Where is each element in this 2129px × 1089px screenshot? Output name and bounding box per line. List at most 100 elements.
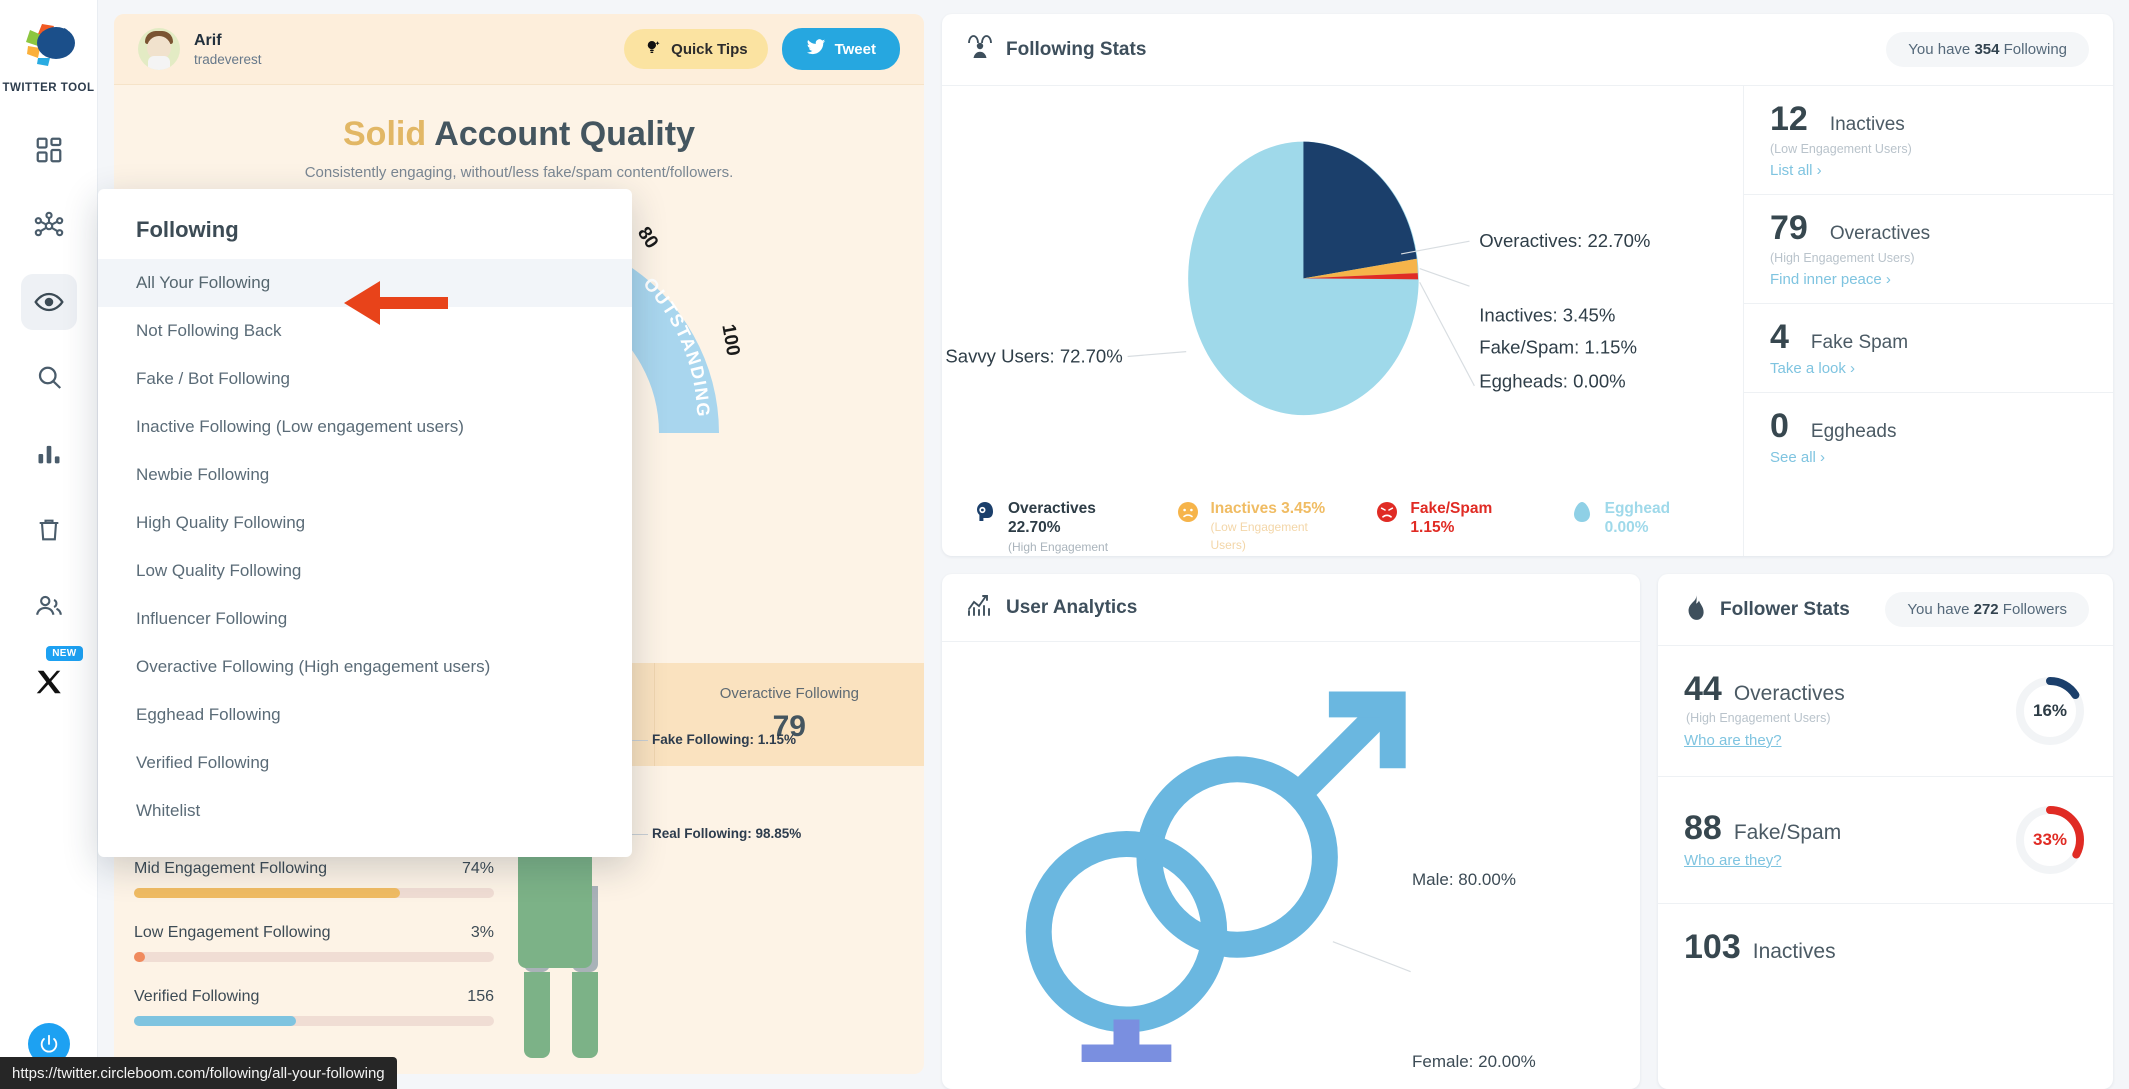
overactives-ring-chart: 16% <box>2013 674 2087 748</box>
follower-count-pill: You have 272 Followers <box>1885 592 2089 627</box>
dropdown-item-high-quality-following[interactable]: High Quality Following <box>98 499 632 547</box>
follower-value: 44 <box>1684 670 1722 708</box>
tweet-button[interactable]: Tweet <box>781 28 900 70</box>
dropdown-item-newbie-following[interactable]: Newbie Following <box>98 451 632 499</box>
bar-track <box>134 1016 494 1026</box>
follower-value: 88 <box>1684 808 1722 847</box>
stat-value: 79 <box>1770 209 1808 247</box>
sidebar-item-users[interactable] <box>21 578 77 634</box>
pie-legend: Overactives 22.70% (High Engagement User… <box>942 493 1743 556</box>
page-subtitle: Consistently engaging, without/less fake… <box>304 164 734 181</box>
ring-percent: 16% <box>2032 701 2068 720</box>
dropdown-item-inactive-following[interactable]: Inactive Following (Low engagement users… <box>98 403 632 451</box>
bar-label: Mid Engagement Following <box>134 860 327 877</box>
stat-link-list-all[interactable]: List all › <box>1770 162 1822 179</box>
follower-stats-card: Follower Stats You have 272 Followers 44… <box>1658 574 2113 1089</box>
fake-spam-ring-chart: 33% <box>2013 803 2087 877</box>
stat-overactives: 79 Overactives (High Engagement Users) F… <box>1744 195 2113 304</box>
stat-value: 4 <box>1770 318 1789 356</box>
legend-egghead: Egghead 0.00% <box>1569 499 1713 538</box>
stat-link-find-inner-peace[interactable]: Find inner peace › <box>1770 271 1891 288</box>
label-female-percent: Female: 20.00% <box>1412 1052 1536 1071</box>
legend-fakespam: Fake/Spam 1.15% <box>1374 499 1534 538</box>
following-stats-body: Overactives: 22.70% Inactives: 3.45% Fak… <box>942 86 2113 556</box>
dropdown-item-overactive-following[interactable]: Overactive Following (High engagement us… <box>98 643 632 691</box>
dropdown-item-egghead-following[interactable]: Egghead Following <box>98 691 632 739</box>
stat-value: 12 <box>1770 100 1808 138</box>
legend-inactives: Inactives 3.45% (Low Engagement Users) <box>1175 499 1341 554</box>
sidebar-item-network[interactable] <box>21 198 77 254</box>
quick-tips-button[interactable]: Quick Tips <box>624 29 768 69</box>
pie-label-inactives: Inactives: 3.45% <box>1479 304 1615 325</box>
pointer-arrow-icon <box>340 273 450 338</box>
sidebar-item-search[interactable] <box>21 350 77 406</box>
dropdown-item-verified-following[interactable]: Verified Following <box>98 739 632 787</box>
label-male-percent: Male: 80.00% <box>1412 870 1516 889</box>
follower-name: Inactives <box>1752 940 1836 963</box>
bar-track <box>134 888 494 898</box>
pill-prefix: You have <box>1908 41 1975 58</box>
user-analytics-header: User Analytics <box>942 574 1640 642</box>
pie-label-fakespam: Fake/Spam: 1.15% <box>1479 337 1637 358</box>
bottom-row: User Analytics Male: 80.00% Female: 20.0… <box>942 574 2113 1089</box>
profile-bar: Arif tradeverest Quick Tips Tweet <box>114 14 924 85</box>
logo[interactable]: TWITTER TOOL <box>2 16 94 94</box>
dropdown-item-whitelist[interactable]: Whitelist <box>98 787 632 835</box>
legend-value: 22.70% <box>1008 519 1061 537</box>
follower-name: Fake/Spam <box>1733 820 1842 844</box>
profile-name: Arif <box>194 31 222 49</box>
title-accent: Solid <box>343 115 427 153</box>
dropdown-item-influencer-following[interactable]: Influencer Following <box>98 595 632 643</box>
sad-face-icon <box>1175 499 1201 525</box>
bar-label: Low Engagement Following <box>134 924 331 941</box>
dropdown-item-fake-bot-following[interactable]: Fake / Bot Following <box>98 355 632 403</box>
follower-value: 103 <box>1684 928 1741 966</box>
twitter-bird-icon <box>806 37 826 61</box>
gauge-tick-80: 80 <box>633 223 662 252</box>
following-stat-list: 12 Inactives (Low Engagement Users) List… <box>1743 86 2113 556</box>
bar-value: 156 <box>467 988 494 1005</box>
tweet-label: Tweet <box>834 40 876 58</box>
stat-name: Overactives <box>1829 223 1931 244</box>
header-actions: Quick Tips Tweet <box>624 28 900 70</box>
egg-icon <box>1569 499 1595 525</box>
pill-value: 272 <box>1973 601 1999 618</box>
sidebar-item-x[interactable]: NEW <box>21 646 83 710</box>
sidebar-item-dashboard[interactable] <box>21 122 77 178</box>
legend-sub: (Low Engagement Users) <box>1210 520 1308 553</box>
bar-low-engagement: Low Engagement Following 3% <box>134 924 494 962</box>
follower-sub: (High Engagement Users) <box>1686 711 1831 725</box>
sidebar-item-delete[interactable] <box>21 502 77 558</box>
stat-eggheads: 0 Eggheads See all › <box>1744 393 2113 481</box>
dropdown-title: Following <box>136 217 239 242</box>
follower-stats-header: Follower Stats You have 272 Followers <box>1658 574 2113 646</box>
following-stats-title: Following Stats <box>1006 38 1147 60</box>
bar-mid-engagement: Mid Engagement Following 74% <box>134 860 494 898</box>
stat-link-see-all[interactable]: See all › <box>1770 449 1825 466</box>
status-bar-url: https://twitter.circleboom.com/following… <box>0 1057 397 1089</box>
following-stats-card: Following Stats You have 354 Following O… <box>942 14 2113 556</box>
quick-tips-label: Quick Tips <box>671 40 748 58</box>
sidebar-item-analytics[interactable] <box>21 426 77 482</box>
bar-label: Verified Following <box>134 988 260 1005</box>
gender-symbol-graphic <box>1025 691 1411 1089</box>
tile-overactive-following: Overactive Following 79 <box>655 663 924 766</box>
sidebar: TWITTER TOOL NEW <box>0 0 98 1089</box>
stat-link-take-a-look[interactable]: Take a look › <box>1770 360 1855 377</box>
dropdown-item-low-quality-following[interactable]: Low Quality Following <box>98 547 632 595</box>
legend-label: Overactives <box>1008 500 1096 517</box>
lightbulb-icon <box>644 38 662 60</box>
legend-sub: (High Engagement Users) <box>1008 539 1109 554</box>
pill-value: 354 <box>1974 41 2000 58</box>
sidebar-item-following[interactable] <box>20 274 77 330</box>
app-root: TWITTER TOOL NEW Arif tradeverest Quick … <box>0 0 2129 1089</box>
brand-name: TWITTER TOOL <box>2 82 95 94</box>
stat-sub: (Low Engagement Users) <box>1770 142 1912 156</box>
pill-prefix: You have <box>1907 601 1974 618</box>
stat-name: Inactives <box>1829 114 1905 135</box>
follower-link-who-are-they[interactable]: Who are they? <box>1684 852 1782 869</box>
pill-suffix: Following <box>1999 41 2067 58</box>
label-fake-following: Fake Following: 1.15% <box>652 732 797 747</box>
follower-row-fake-spam: 88 Fake/Spam Who are they? 33% <box>1658 777 2113 904</box>
follower-link-who-are-they[interactable]: Who are they? <box>1684 732 1782 749</box>
